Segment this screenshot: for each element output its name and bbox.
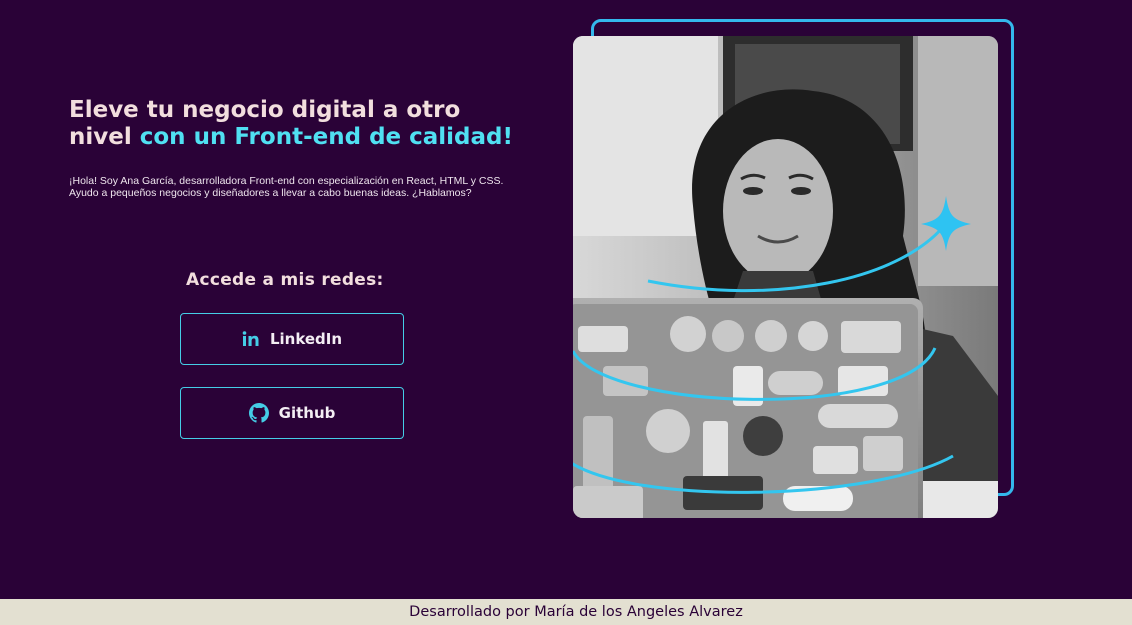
linkedin-icon <box>242 331 260 347</box>
footer-credit: Desarrollado por María de los Angeles Al… <box>409 604 743 620</box>
linkedin-button[interactable]: LinkedIn <box>180 313 404 365</box>
social-title: Accede a mis redes: <box>186 270 384 290</box>
profile-photo <box>573 36 998 518</box>
github-label: Github <box>278 404 336 422</box>
github-button[interactable]: Github <box>180 387 404 439</box>
hero-text: Eleve tu negocio digital a otro nivel co… <box>69 97 529 199</box>
github-icon <box>248 403 269 423</box>
linkedin-label: LinkedIn <box>269 330 343 348</box>
headline-part-2-accent: con un Front-end de calidad! <box>139 124 513 150</box>
footer: Desarrollado por María de los Angeles Al… <box>0 599 1132 625</box>
intro-paragraph: ¡Hola! Soy Ana García, desarrolladora Fr… <box>69 175 504 199</box>
hero-headline: Eleve tu negocio digital a otro nivel co… <box>69 97 529 151</box>
